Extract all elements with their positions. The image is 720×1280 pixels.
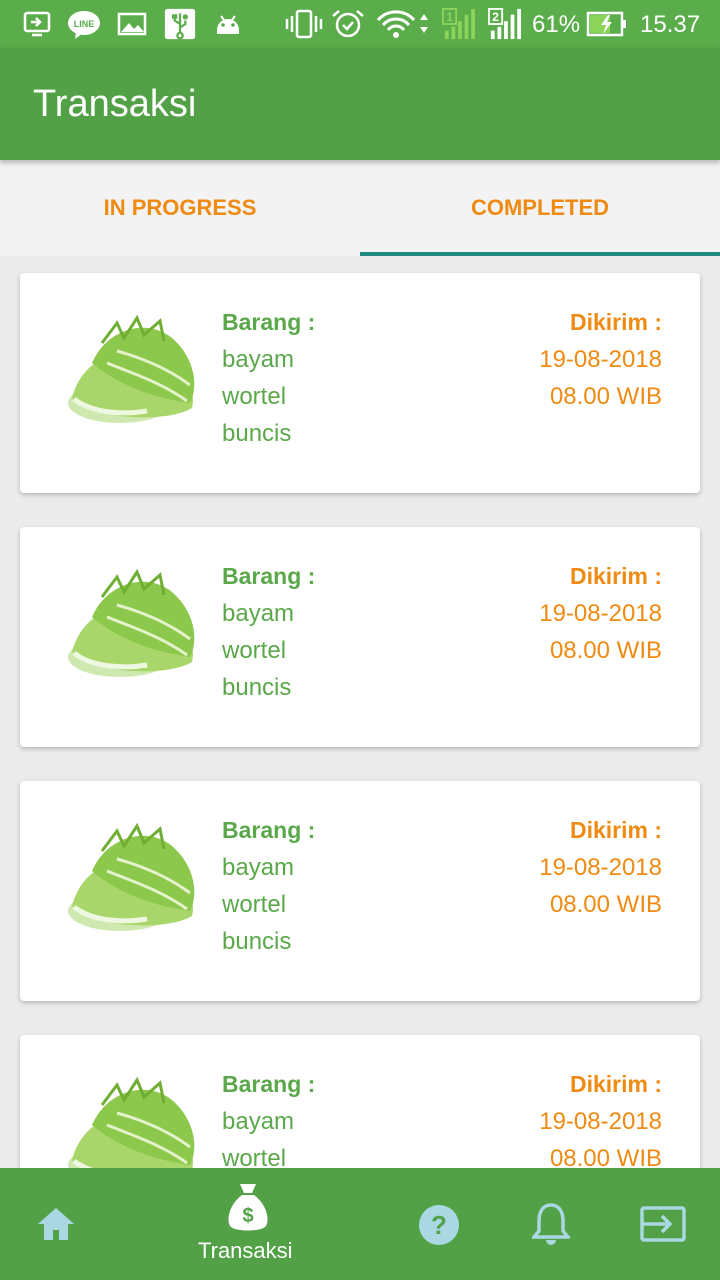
- bottom-navigation: $ Transaksi ?: [0, 1168, 720, 1280]
- usb-icon: [164, 8, 196, 40]
- signal-sim2-icon: 2: [488, 8, 521, 40]
- money-bag-icon: $: [228, 1184, 268, 1231]
- items-label: Barang :: [222, 309, 316, 335]
- battery-percentage: 61%: [532, 11, 581, 38]
- svg-text:2: 2: [492, 10, 499, 24]
- items-label: Barang :: [222, 563, 316, 589]
- help-icon: ?: [419, 1205, 459, 1245]
- transaction-card[interactable]: Barang : bayam wortel buncis Dikirim : 1…: [20, 527, 700, 747]
- item-name: wortel: [222, 383, 287, 410]
- battery-charging-icon: [586, 11, 626, 37]
- bell-icon: [532, 1203, 570, 1245]
- tab-bar: IN PROGRESS COMPLETED: [0, 160, 720, 256]
- nav-label: Transaksi: [198, 1238, 293, 1263]
- svg-text:?: ?: [431, 1210, 447, 1240]
- line-app-icon: LINE: [68, 11, 100, 39]
- nav-home[interactable]: [18, 1168, 98, 1280]
- svg-text:LINE: LINE: [74, 19, 95, 29]
- nav-transaksi[interactable]: $ Transaksi: [180, 1168, 316, 1280]
- shipping-time: 08.00 WIB: [549, 891, 662, 918]
- item-name: bayam: [222, 1108, 295, 1135]
- wifi-icon: [376, 10, 428, 38]
- shipping-date: 19-08-2018: [539, 346, 662, 373]
- item-name: buncis: [222, 928, 292, 955]
- tab-selected-indicator: [360, 252, 720, 256]
- shipped-label: Dikirim :: [569, 1071, 662, 1097]
- shipping-date: 19-08-2018: [539, 1108, 662, 1135]
- vibrate-icon: [285, 9, 323, 39]
- alarm-icon: [332, 10, 364, 38]
- lettuce-image: [68, 1076, 195, 1168]
- lettuce-image: [68, 568, 195, 677]
- transaction-card[interactable]: Barang : bayam wortel buncis Dikirim : 1…: [20, 1035, 700, 1168]
- item-name: buncis: [222, 674, 292, 701]
- transaction-card[interactable]: Barang : bayam wortel buncis Dikirim : 1…: [20, 781, 700, 1001]
- nav-notifications[interactable]: [512, 1168, 592, 1280]
- tab-in-progress[interactable]: IN PROGRESS: [0, 160, 360, 256]
- home-icon: [38, 1208, 74, 1240]
- svg-text:$: $: [242, 1205, 253, 1227]
- item-name: bayam: [222, 854, 295, 881]
- shipping-date: 19-08-2018: [539, 854, 662, 881]
- item-name: wortel: [222, 891, 287, 918]
- shipping-time: 08.00 WIB: [549, 383, 662, 410]
- android-icon: [217, 15, 239, 34]
- nav-help[interactable]: ?: [400, 1168, 480, 1280]
- item-name: bayam: [222, 346, 295, 373]
- clock: 15.37: [640, 11, 701, 38]
- shipped-label: Dikirim :: [569, 309, 662, 335]
- item-name: bayam: [222, 600, 295, 627]
- status-bar: LINE 1 2 61% 15.37: [0, 0, 720, 48]
- logout-icon: [640, 1206, 686, 1242]
- shipped-label: Dikirim :: [569, 817, 662, 843]
- item-name: wortel: [222, 637, 287, 664]
- lettuce-image: [68, 822, 195, 931]
- screen-mirror-icon: [23, 11, 51, 37]
- transaction-list[interactable]: Barang : bayam wortel buncis Dikirim : 1…: [0, 256, 720, 1168]
- shipping-time: 08.00 WIB: [549, 637, 662, 664]
- shipped-label: Dikirim :: [569, 563, 662, 589]
- svg-text:1: 1: [446, 10, 453, 24]
- app-bar: Transaksi: [0, 48, 720, 160]
- tab-completed[interactable]: COMPLETED: [360, 160, 720, 256]
- page-title: Transaksi: [33, 83, 197, 125]
- items-label: Barang :: [222, 1071, 316, 1097]
- signal-sim1-icon: 1: [442, 8, 475, 40]
- nav-logout[interactable]: [624, 1168, 704, 1280]
- image-icon: [117, 12, 147, 36]
- shipping-time: 08.00 WIB: [549, 1145, 662, 1168]
- item-name: buncis: [222, 420, 292, 447]
- lettuce-image: [68, 314, 195, 423]
- transaction-card[interactable]: Barang : bayam wortel buncis Dikirim : 1…: [20, 273, 700, 493]
- item-name: wortel: [222, 1145, 287, 1168]
- shipping-date: 19-08-2018: [539, 600, 662, 627]
- items-label: Barang :: [222, 817, 316, 843]
